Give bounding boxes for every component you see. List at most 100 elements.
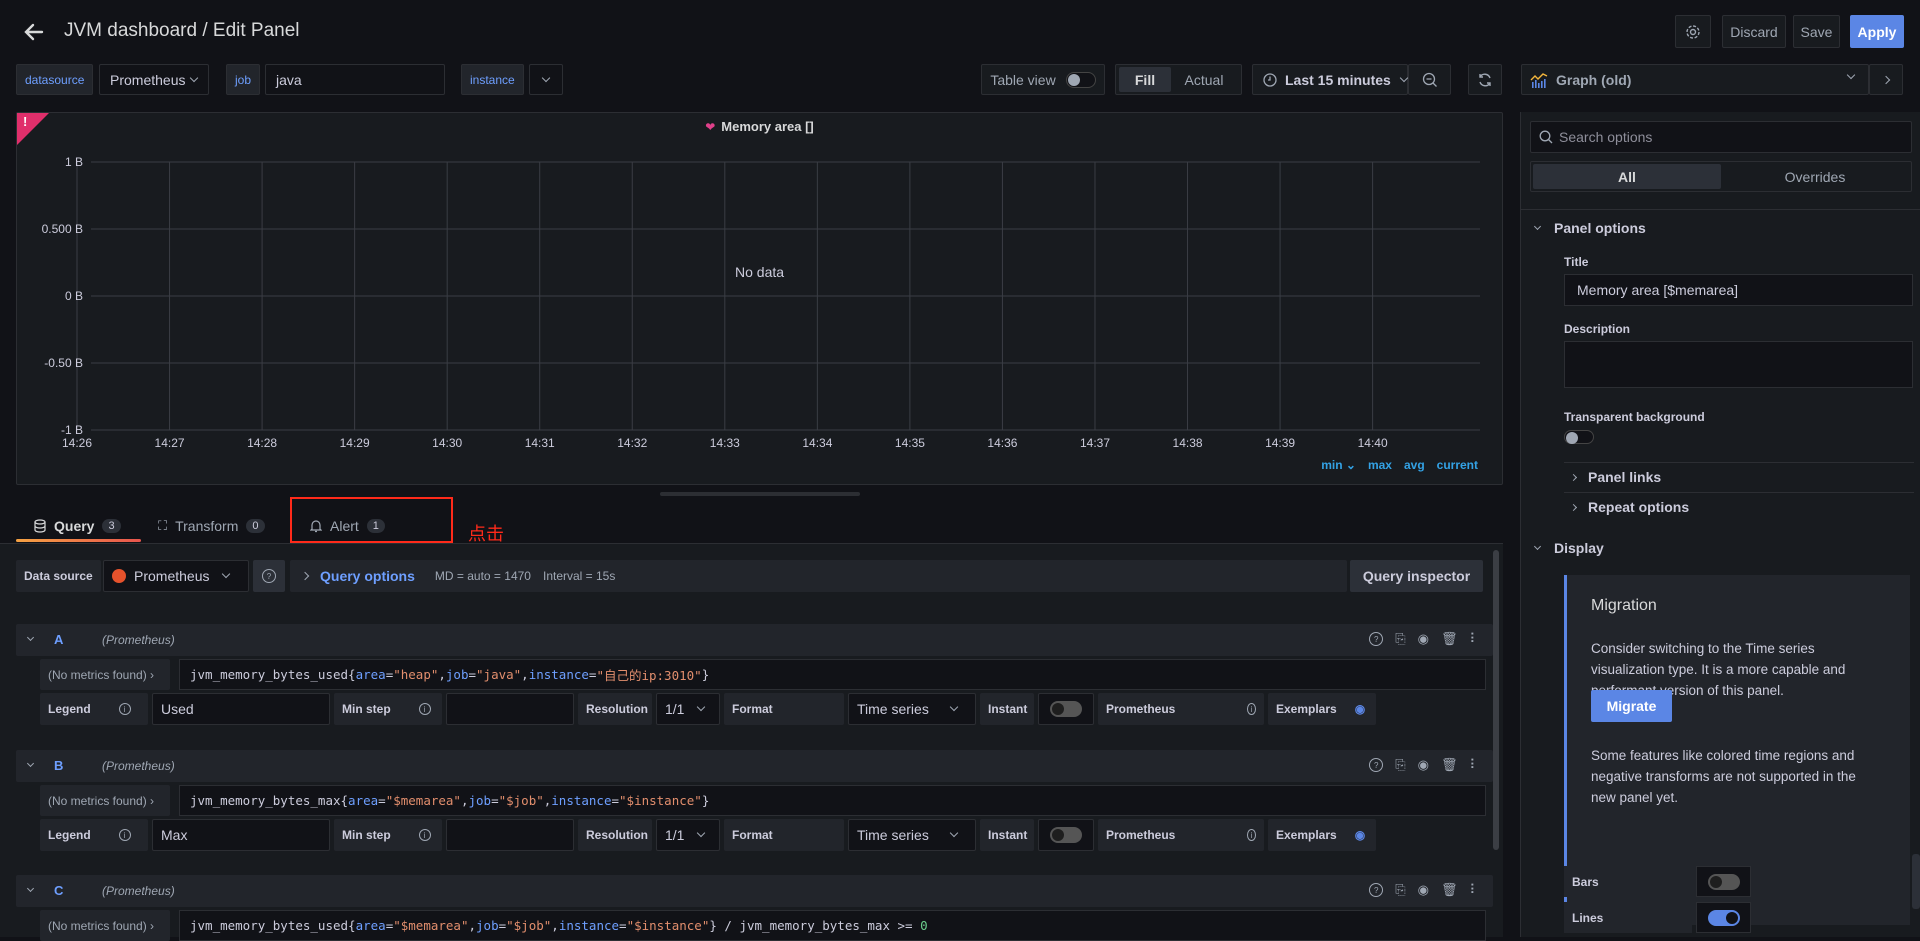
resolution-select[interactable]: 1/1: [656, 819, 720, 851]
duplicate-icon[interactable]: ⎘: [1395, 631, 1405, 647]
actual-button[interactable]: Actual: [1171, 67, 1237, 92]
min-step-input[interactable]: [446, 693, 574, 725]
zoom-out-button[interactable]: [1408, 64, 1451, 95]
y-tick-label: -1 B: [60, 423, 83, 437]
legend-max[interactable]: max: [1368, 458, 1392, 472]
query-letter[interactable]: C: [54, 883, 63, 898]
transform-icon: ⛶: [158, 518, 168, 533]
exemplars-toggle[interactable]: Exemplars ◉: [1268, 693, 1376, 725]
tab-query-underline: [16, 539, 141, 542]
query-row-header[interactable]: A (Prometheus)? ⎘ ◉ 🗑 ⠇: [16, 624, 1493, 656]
metrics-browser-button[interactable]: (No metrics found) ›: [40, 785, 170, 816]
legend-current[interactable]: current: [1437, 458, 1478, 472]
chevron-right-icon: [300, 571, 310, 581]
back-button[interactable]: [22, 20, 46, 44]
query-expression-input[interactable]: jvm_memory_bytes_max{area = "$memarea", job…: [179, 785, 1486, 816]
tab-all[interactable]: All: [1533, 164, 1721, 189]
repeat-options-header[interactable]: Repeat options: [1569, 499, 1689, 515]
pane-resize-handle[interactable]: [660, 492, 860, 496]
time-picker[interactable]: Last 15 minutes: [1252, 64, 1409, 95]
panel-options-label: Panel options: [1554, 220, 1646, 236]
x-tick-label: 14:37: [1079, 436, 1110, 450]
tab-overrides[interactable]: Overrides: [1721, 164, 1909, 189]
options-scrollbar[interactable]: [1912, 854, 1920, 909]
migrate-button[interactable]: Migrate: [1591, 690, 1672, 722]
tab-query-label: Query: [54, 518, 95, 534]
query-expression-input[interactable]: jvm_memory_bytes_used{area = "heap", job = "j…: [179, 659, 1486, 690]
legend-input[interactable]: Max: [152, 819, 330, 851]
query-expression-input[interactable]: jvm_memory_bytes_used{area = "$memarea", jo…: [179, 910, 1486, 941]
chevron-right-icon: [1569, 503, 1578, 511]
min-step-input[interactable]: [446, 819, 574, 851]
visualization-picker[interactable]: Graph (old): [1521, 64, 1869, 95]
help-icon[interactable]: ?: [1369, 883, 1384, 897]
instant-toggle[interactable]: [1050, 701, 1082, 717]
query-scrollbar[interactable]: [1493, 550, 1499, 850]
chevron-down-icon: [697, 702, 706, 712]
metrics-browser-button[interactable]: (No metrics found) ›: [40, 659, 170, 690]
resolution-select[interactable]: 1/1: [656, 693, 720, 725]
eye-icon[interactable]: ◉: [1418, 631, 1429, 647]
chevron-down-icon: [26, 759, 35, 768]
search-options-input[interactable]: Search options: [1530, 121, 1912, 153]
datasource-help-button[interactable]: ?: [253, 560, 285, 592]
duplicate-icon[interactable]: ⎘: [1395, 882, 1405, 898]
settings-button[interactable]: [1675, 15, 1711, 48]
tab-transform[interactable]: ⛶ Transform 0: [158, 510, 283, 542]
datasource-variable-select[interactable]: Prometheus: [99, 64, 209, 95]
eye-icon[interactable]: ◉: [1355, 828, 1365, 842]
apply-button[interactable]: Apply: [1850, 15, 1904, 48]
description-textarea[interactable]: [1564, 341, 1913, 388]
format-select[interactable]: Time series: [848, 693, 976, 725]
instant-toggle[interactable]: [1050, 827, 1082, 843]
query-row-header[interactable]: C (Prometheus)? ⎘ ◉ 🗑 ⠇: [16, 875, 1493, 907]
help-icon[interactable]: ?: [1369, 758, 1384, 772]
drag-handle-icon[interactable]: ⠇: [1469, 882, 1479, 898]
discard-button[interactable]: Discard: [1722, 15, 1786, 48]
eye-icon[interactable]: ◉: [1418, 882, 1429, 898]
datasource-picker[interactable]: Prometheus: [103, 560, 249, 592]
query-letter[interactable]: A: [54, 632, 63, 647]
eye-icon[interactable]: ◉: [1418, 757, 1429, 773]
trash-icon[interactable]: 🗑: [1441, 757, 1458, 773]
datasource-label: Data source: [16, 560, 101, 592]
query-datasource: (Prometheus): [102, 884, 175, 898]
drag-handle-icon[interactable]: ⠇: [1469, 757, 1479, 773]
legend-avg[interactable]: avg: [1404, 458, 1425, 472]
help-icon[interactable]: ?: [1369, 632, 1384, 646]
query-options-bar[interactable]: Query options MD = auto = 1470 Interval …: [290, 560, 1347, 592]
query-inspector-button[interactable]: Query inspector: [1350, 560, 1483, 592]
toggle-options-pane-button[interactable]: [1869, 64, 1903, 95]
legend-min[interactable]: min ⌄: [1321, 458, 1356, 472]
transparent-background-toggle[interactable]: [1564, 430, 1594, 444]
tab-query[interactable]: Query 3: [16, 510, 141, 542]
display-header[interactable]: Display: [1533, 540, 1604, 556]
query-letter[interactable]: B: [54, 758, 63, 773]
legend-input[interactable]: Used: [152, 693, 330, 725]
query-row-header[interactable]: B (Prometheus)? ⎘ ◉ 🗑 ⠇: [16, 750, 1493, 782]
refresh-button[interactable]: [1468, 64, 1502, 95]
duplicate-icon[interactable]: ⎘: [1395, 757, 1405, 773]
lines-toggle[interactable]: [1707, 909, 1740, 926]
fill-button[interactable]: Fill: [1119, 67, 1171, 92]
query-datasource: (Prometheus): [102, 759, 175, 773]
job-variable-input[interactable]: java: [265, 64, 445, 95]
exemplars-toggle[interactable]: Exemplars ◉: [1268, 819, 1376, 851]
chevron-down-icon: [1846, 70, 1856, 80]
chevron-down-icon: [949, 828, 959, 838]
panel-links-header[interactable]: Panel links: [1569, 469, 1661, 485]
metrics-browser-button[interactable]: (No metrics found) ›: [40, 910, 170, 941]
instance-variable-select[interactable]: [529, 64, 563, 95]
bars-toggle[interactable]: [1707, 873, 1740, 890]
trash-icon[interactable]: 🗑: [1441, 631, 1458, 647]
format-select[interactable]: Time series: [848, 819, 976, 851]
chevron-down-icon: [1533, 542, 1542, 550]
title-input[interactable]: Memory area [$memarea]: [1564, 274, 1913, 306]
drag-handle-icon[interactable]: ⠇: [1469, 631, 1479, 647]
eye-icon[interactable]: ◉: [1355, 702, 1365, 716]
panel-options-header[interactable]: Panel options: [1533, 220, 1646, 236]
table-view-toggle[interactable]: Table view: [981, 64, 1105, 95]
table-view-switch[interactable]: [1065, 71, 1096, 88]
trash-icon[interactable]: 🗑: [1441, 882, 1458, 898]
save-button[interactable]: Save: [1793, 15, 1840, 48]
